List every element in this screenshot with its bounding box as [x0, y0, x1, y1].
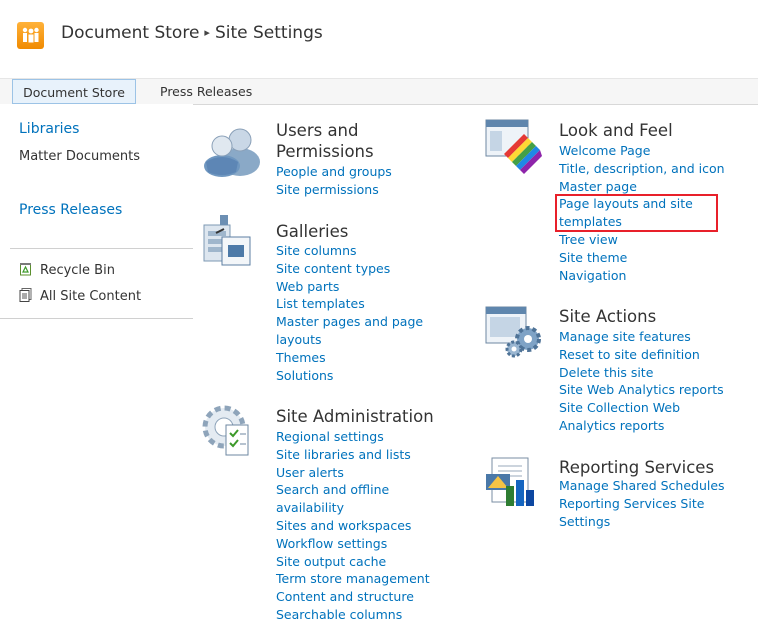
link-site-collection-web[interactable]: Site Collection Web: [559, 399, 724, 417]
look-feel-icon: [484, 116, 546, 180]
reporting-title: Reporting Services: [559, 458, 715, 477]
link-site-output-cache[interactable]: Site output cache: [276, 553, 430, 571]
link-delete-this-site[interactable]: Delete this site: [559, 364, 724, 382]
quick-launch: Libraries Matter Documents Press Release…: [0, 104, 193, 626]
ql-recycle-bin[interactable]: Recycle Bin: [19, 262, 115, 278]
galleries-icon: [198, 213, 256, 273]
link-content-and-structure[interactable]: Content and structure: [276, 588, 430, 606]
recycle-bin-icon: [19, 262, 32, 276]
breadcrumb-site-link[interactable]: Document Store: [61, 23, 199, 43]
site-actions-title: Site Actions: [559, 307, 657, 326]
link-welcome-page[interactable]: Welcome Page: [559, 142, 725, 160]
site-logo-icon[interactable]: [17, 22, 44, 49]
link-list-templates[interactable]: List templates: [276, 295, 423, 313]
link-search-offline-cont[interactable]: availability: [276, 499, 430, 517]
link-site-collection-web-cont[interactable]: Analytics reports: [559, 417, 724, 435]
divider: [0, 318, 193, 319]
tab-document-store[interactable]: Document Store: [12, 79, 136, 104]
link-master-page[interactable]: Master page: [559, 178, 725, 196]
link-title-description-icon[interactable]: Title, description, and icon: [559, 160, 725, 178]
link-sites-and-workspaces[interactable]: Sites and workspaces: [276, 517, 430, 535]
link-site-libraries-and-lists[interactable]: Site libraries and lists: [276, 446, 430, 464]
link-searchable-columns[interactable]: Searchable columns: [276, 606, 430, 624]
site-actions-links: Manage site features Reset to site defin…: [559, 328, 724, 435]
reporting-links: Manage Shared Schedules Reporting Servic…: [559, 477, 725, 530]
galleries-title: Galleries: [276, 222, 349, 241]
reporting-icon: [486, 456, 546, 516]
ql-libraries-heading[interactable]: Libraries: [19, 121, 79, 137]
link-site-permissions[interactable]: Site permissions: [276, 181, 392, 199]
top-navigation: Document Store Press Releases: [0, 78, 758, 105]
page-header: Document Store ▸ Site Settings: [0, 0, 758, 72]
users-title-line2: Permissions: [276, 142, 374, 161]
all-site-content-label: All Site Content: [40, 289, 142, 304]
link-term-store-management[interactable]: Term store management: [276, 570, 430, 588]
ql-press-releases-heading[interactable]: Press Releases: [19, 202, 122, 218]
ql-all-site-content[interactable]: All Site Content: [19, 288, 141, 304]
link-site-content-types[interactable]: Site content types: [276, 260, 423, 278]
divider: [10, 248, 193, 249]
link-master-pages[interactable]: Master pages and page: [276, 313, 423, 331]
link-master-pages-cont[interactable]: layouts: [276, 331, 423, 349]
highlight-box: [555, 194, 718, 232]
link-site-theme[interactable]: Site theme: [559, 249, 725, 267]
tab-press-releases[interactable]: Press Releases: [160, 79, 252, 104]
breadcrumb: Document Store ▸ Site Settings: [61, 23, 323, 43]
link-navigation[interactable]: Navigation: [559, 267, 725, 285]
site-admin-links: Regional settings Site libraries and lis…: [276, 428, 430, 624]
all-site-content-icon: [19, 288, 32, 302]
link-user-alerts[interactable]: User alerts: [276, 464, 430, 482]
link-site-web-analytics[interactable]: Site Web Analytics reports: [559, 381, 724, 399]
ql-matter-documents[interactable]: Matter Documents: [19, 149, 140, 164]
link-manage-site-features[interactable]: Manage site features: [559, 328, 724, 346]
site-actions-icon: [484, 303, 546, 365]
link-reset-to-site-definition[interactable]: Reset to site definition: [559, 346, 724, 364]
users-links: People and groups Site permissions: [276, 163, 392, 199]
link-tree-view[interactable]: Tree view: [559, 231, 725, 249]
breadcrumb-separator: ▸: [204, 26, 210, 39]
link-manage-shared-schedules[interactable]: Manage Shared Schedules: [559, 477, 725, 495]
link-site-columns[interactable]: Site columns: [276, 242, 423, 260]
look-feel-title: Look and Feel: [559, 121, 673, 140]
link-workflow-settings[interactable]: Workflow settings: [276, 535, 430, 553]
link-search-offline[interactable]: Search and offline: [276, 481, 430, 499]
recycle-bin-label: Recycle Bin: [40, 263, 115, 278]
page-title: Site Settings: [214, 23, 323, 43]
site-admin-icon: [200, 403, 260, 465]
link-web-parts[interactable]: Web parts: [276, 278, 423, 296]
site-admin-title: Site Administration: [276, 407, 434, 426]
galleries-links: Site columns Site content types Web part…: [276, 242, 423, 384]
link-regional-settings[interactable]: Regional settings: [276, 428, 430, 446]
link-reporting-services-site[interactable]: Reporting Services Site: [559, 495, 725, 513]
link-solutions[interactable]: Solutions: [276, 367, 423, 385]
users-title-line1: Users and: [276, 121, 359, 140]
link-people-and-groups[interactable]: People and groups: [276, 163, 392, 181]
link-reporting-services-site-cont[interactable]: Settings: [559, 513, 725, 531]
users-icon: [200, 122, 266, 182]
link-themes[interactable]: Themes: [276, 349, 423, 367]
